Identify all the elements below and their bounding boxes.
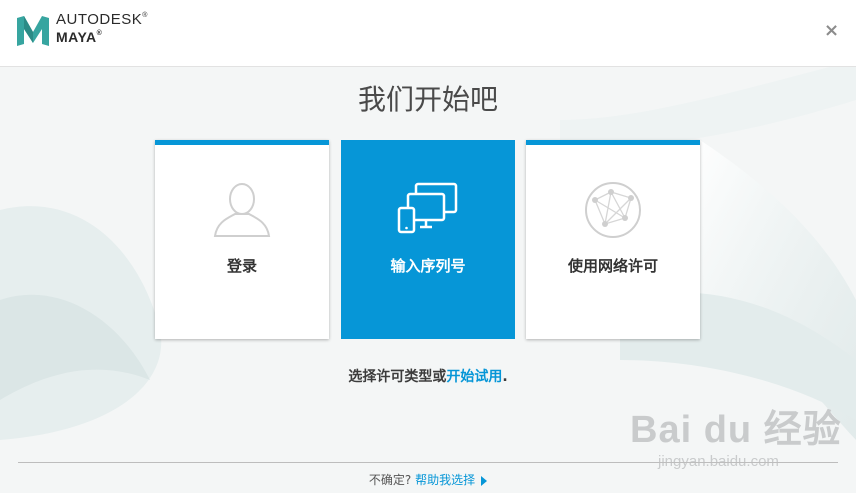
prompt-end: . [502, 369, 508, 385]
brand-wordmark: AUTODESK® MAYA® [56, 12, 148, 44]
baidu-watermark: Bai du 经验 jingyan.baidu.com [630, 398, 842, 470]
watermark-brand: Bai du 经验 [630, 409, 842, 451]
enter-serial-card[interactable]: 输入序列号 [341, 140, 515, 339]
devices-icon [397, 182, 458, 234]
header-bar: AUTODESK® MAYA® × [0, 0, 856, 67]
chevron-right-icon[interactable] [481, 475, 488, 486]
sign-in-card[interactable]: 登录 [155, 140, 329, 339]
network-license-card[interactable]: 使用网络许可 [526, 140, 700, 339]
user-silhouette-icon [213, 183, 271, 237]
brand-product: MAYA® [56, 29, 103, 45]
footer-divider [18, 462, 838, 463]
network-license-label: 使用网络许可 [567, 257, 658, 275]
page-title: 我们开始吧 [357, 83, 498, 116]
footer-question: 不确定? [368, 473, 412, 487]
network-globe-icon [585, 182, 641, 238]
license-prompt: 选择许可类型或开始试用. [0, 366, 856, 386]
close-button[interactable]: × [824, 21, 839, 41]
footer: 不确定? 帮助我选择 [0, 471, 856, 488]
enter-serial-label: 输入序列号 [390, 257, 466, 275]
maya-logo-icon [17, 16, 49, 46]
brand-company: AUTODESK® [56, 11, 148, 28]
start-trial-link[interactable]: 开始试用 [446, 369, 502, 385]
prompt-text: 选择许可类型或 [348, 369, 447, 385]
help-me-choose-link[interactable]: 帮助我选择 [415, 473, 475, 487]
sign-in-label: 登录 [226, 257, 257, 275]
